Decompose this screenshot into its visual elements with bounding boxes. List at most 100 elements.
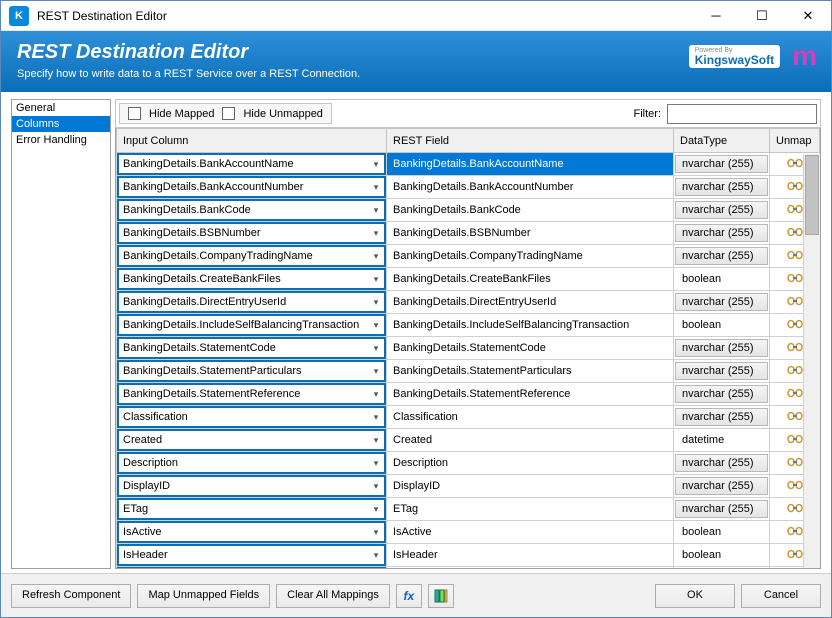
- unmap-icon[interactable]: [787, 547, 803, 561]
- filter-input[interactable]: [667, 104, 817, 124]
- datatype-button[interactable]: nvarchar (255): [675, 201, 768, 219]
- rest-field-cell: Classification: [387, 406, 674, 429]
- refresh-component-button[interactable]: Refresh Component: [11, 584, 131, 608]
- table-row[interactable]: IsActive▾IsActiveboolean: [117, 521, 820, 544]
- table-row[interactable]: Level▾Levelsmallint: [117, 567, 820, 570]
- header-rest-field[interactable]: REST Field: [387, 129, 674, 153]
- table-row[interactable]: Created▾Createddatetime: [117, 429, 820, 452]
- datatype-button[interactable]: nvarchar (255): [675, 477, 768, 495]
- input-column-combo[interactable]: Classification▾: [117, 406, 386, 428]
- columns-icon: [434, 589, 448, 603]
- chevron-down-icon: ▾: [368, 550, 384, 561]
- table-row[interactable]: ETag▾ETagnvarchar (255): [117, 498, 820, 521]
- map-unmapped-fields-button[interactable]: Map Unmapped Fields: [137, 584, 270, 608]
- close-button[interactable]: ✕: [785, 1, 831, 30]
- maximize-button[interactable]: ☐: [739, 1, 785, 30]
- input-column-combo[interactable]: BankingDetails.CreateBankFiles▾: [117, 268, 386, 290]
- chevron-down-icon: ▾: [368, 481, 384, 492]
- input-column-combo[interactable]: BankingDetails.DirectEntryUserId▾: [117, 291, 386, 313]
- datatype-button[interactable]: nvarchar (255): [675, 178, 768, 196]
- input-column-combo[interactable]: ETag▾: [117, 498, 386, 520]
- datatype-button[interactable]: nvarchar (255): [675, 247, 768, 265]
- rest-field-cell: BankingDetails.BankCode: [387, 199, 674, 222]
- header-datatype[interactable]: DataType: [674, 129, 770, 153]
- input-column-combo[interactable]: Level▾: [117, 567, 386, 569]
- datatype-button[interactable]: nvarchar (255): [675, 362, 768, 380]
- header-unmap[interactable]: Unmap: [770, 129, 820, 153]
- table-row[interactable]: BankingDetails.DirectEntryUserId▾Banking…: [117, 291, 820, 314]
- datatype-button[interactable]: nvarchar (255): [675, 408, 768, 426]
- input-column-combo[interactable]: Description▾: [117, 452, 386, 474]
- table-row[interactable]: BankingDetails.BankAccountNumber▾Banking…: [117, 176, 820, 199]
- unmap-icon[interactable]: [787, 248, 803, 262]
- datatype-button[interactable]: nvarchar (255): [675, 339, 768, 357]
- vertical-scrollbar[interactable]: [803, 154, 820, 568]
- header-input-column[interactable]: Input Column: [117, 129, 387, 153]
- table-row[interactable]: BankingDetails.StatementParticulars▾Bank…: [117, 360, 820, 383]
- table-row[interactable]: Description▾Description nvarchar (255): [117, 452, 820, 475]
- input-column-value: Description: [119, 457, 368, 469]
- table-row[interactable]: IsHeader▾IsHeaderboolean: [117, 544, 820, 567]
- hide-mapped-checkbox[interactable]: [128, 107, 141, 120]
- input-column-combo[interactable]: BankingDetails.StatementCode▾: [117, 337, 386, 359]
- unmap-icon[interactable]: [787, 156, 803, 170]
- table-row[interactable]: BankingDetails.BankCode▾BankingDetails.B…: [117, 199, 820, 222]
- clear-all-mappings-button[interactable]: Clear All Mappings: [276, 584, 390, 608]
- unmap-icon[interactable]: [787, 202, 803, 216]
- input-column-combo[interactable]: DisplayID▾: [117, 475, 386, 497]
- table-row[interactable]: BankingDetails.StatementReference▾Bankin…: [117, 383, 820, 406]
- input-column-combo[interactable]: BankingDetails.IncludeSelfBalancingTrans…: [117, 314, 386, 336]
- rest-field-cell: BankingDetails.StatementParticulars: [387, 360, 674, 383]
- input-column-combo[interactable]: IsHeader▾: [117, 544, 386, 566]
- unmap-icon[interactable]: [787, 179, 803, 193]
- input-column-combo[interactable]: IsActive▾: [117, 521, 386, 543]
- table-row[interactable]: BankingDetails.IncludeSelfBalancingTrans…: [117, 314, 820, 337]
- datatype-button[interactable]: nvarchar (255): [675, 155, 768, 173]
- input-column-combo[interactable]: Created▾: [117, 429, 386, 451]
- datatype-button[interactable]: nvarchar (255): [675, 454, 768, 472]
- input-column-combo[interactable]: BankingDetails.BankAccountNumber▾: [117, 176, 386, 198]
- datatype-button[interactable]: nvarchar (255): [675, 500, 768, 518]
- input-column-combo[interactable]: BankingDetails.BankCode▾: [117, 199, 386, 221]
- table-row[interactable]: BankingDetails.StatementCode▾BankingDeta…: [117, 337, 820, 360]
- table-row[interactable]: DisplayID▾DisplayIDnvarchar (255): [117, 475, 820, 498]
- input-column-combo[interactable]: BankingDetails.StatementParticulars▾: [117, 360, 386, 382]
- ok-button[interactable]: OK: [655, 584, 735, 608]
- input-column-combo[interactable]: BankingDetails.StatementReference▾: [117, 383, 386, 405]
- unmap-icon[interactable]: [787, 524, 803, 538]
- hide-unmapped-checkbox[interactable]: [222, 107, 235, 120]
- unmap-icon[interactable]: [787, 317, 803, 331]
- unmap-icon[interactable]: [787, 455, 803, 469]
- table-row[interactable]: BankingDetails.BankAccountName▾BankingDe…: [117, 153, 820, 176]
- unmap-icon[interactable]: [787, 478, 803, 492]
- unmap-icon[interactable]: [787, 225, 803, 239]
- table-row[interactable]: Classification▾Classificationnvarchar (2…: [117, 406, 820, 429]
- unmap-icon[interactable]: [787, 271, 803, 285]
- cancel-button[interactable]: Cancel: [741, 584, 821, 608]
- rest-field-cell: BankingDetails.CreateBankFiles: [387, 268, 674, 291]
- unmap-icon[interactable]: [787, 432, 803, 446]
- datatype-button[interactable]: nvarchar (255): [675, 224, 768, 242]
- sidebar-item-error-handling[interactable]: Error Handling: [12, 132, 110, 148]
- minimize-button[interactable]: ─: [693, 1, 739, 30]
- expression-button[interactable]: fx: [396, 584, 422, 608]
- datatype-button[interactable]: nvarchar (255): [675, 293, 768, 311]
- datatype-button[interactable]: nvarchar (255): [675, 385, 768, 403]
- sidebar-item-general[interactable]: General: [12, 100, 110, 116]
- unmap-icon[interactable]: [787, 501, 803, 515]
- table-row[interactable]: BankingDetails.CompanyTradingName▾Bankin…: [117, 245, 820, 268]
- input-column-combo[interactable]: BankingDetails.CompanyTradingName▾: [117, 245, 386, 267]
- unmap-icon[interactable]: [787, 363, 803, 377]
- sidebar-item-columns[interactable]: Columns: [12, 116, 110, 132]
- input-column-combo[interactable]: BankingDetails.BSBNumber▾: [117, 222, 386, 244]
- unmap-icon[interactable]: [787, 294, 803, 308]
- unmap-icon[interactable]: [787, 409, 803, 423]
- input-column-value: BankingDetails.CompanyTradingName: [119, 250, 368, 262]
- input-column-combo[interactable]: BankingDetails.BankAccountName▾: [117, 153, 386, 175]
- table-row[interactable]: BankingDetails.BSBNumber▾BankingDetails.…: [117, 222, 820, 245]
- header-subtitle: Specify how to write data to a REST Serv…: [17, 68, 815, 80]
- columns-tool-button[interactable]: [428, 584, 454, 608]
- unmap-icon[interactable]: [787, 386, 803, 400]
- table-row[interactable]: BankingDetails.CreateBankFiles▾BankingDe…: [117, 268, 820, 291]
- unmap-icon[interactable]: [787, 340, 803, 354]
